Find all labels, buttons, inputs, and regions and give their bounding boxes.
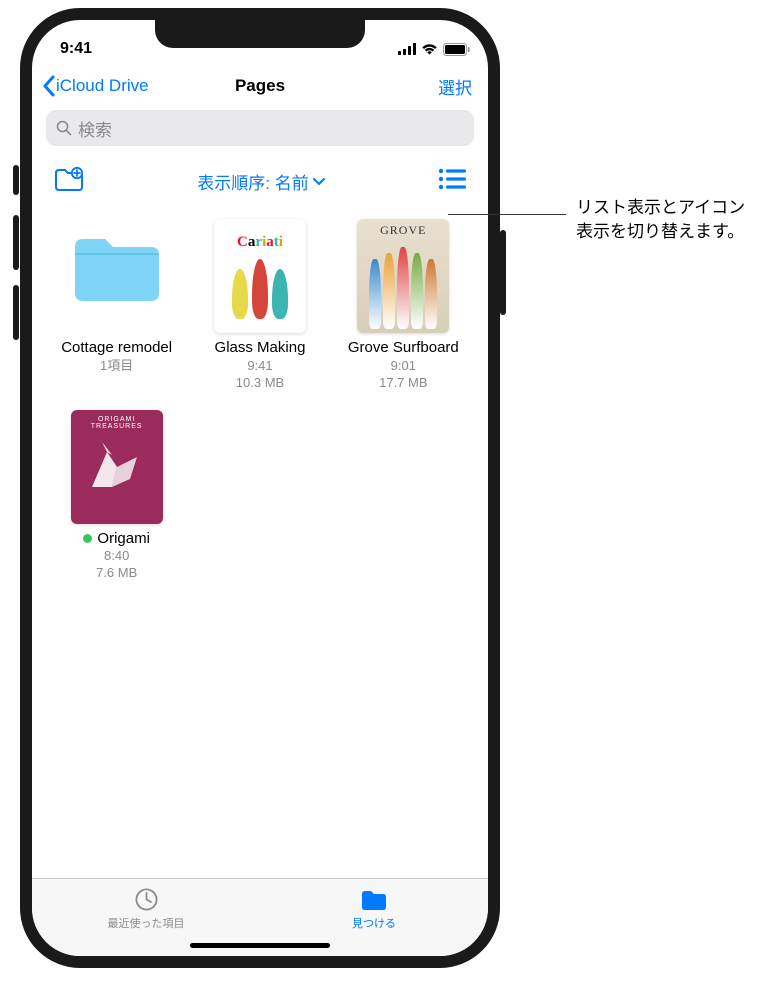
file-item-folder[interactable]: Cottage remodel 1項目 (48, 219, 185, 392)
battery-icon (443, 43, 470, 56)
item-name: Origami (97, 530, 150, 549)
thumb-text: GROVE (380, 223, 426, 238)
select-button[interactable]: 選択 (438, 74, 478, 99)
callout-text: リスト表示とアイコン表示を切り替えます。 (576, 196, 756, 244)
folder-icon (359, 886, 389, 913)
status-dot-icon (83, 534, 92, 543)
item-time: 9:41 (247, 358, 272, 375)
file-item[interactable]: Cariati Glass Making 9:41 10.3 MB (191, 219, 328, 392)
home-indicator[interactable] (190, 943, 330, 948)
search-placeholder: 検索 (78, 116, 112, 141)
file-grid: Cottage remodel 1項目 Cariati Glass Making… (32, 209, 488, 592)
list-view-icon (438, 168, 466, 190)
status-indicators (398, 43, 470, 56)
new-folder-icon (54, 166, 84, 192)
callout-line (448, 214, 566, 215)
folder-icon (71, 233, 163, 325)
tab-label: 見つける (352, 915, 396, 931)
search-icon (56, 120, 72, 136)
cellular-icon (398, 43, 416, 55)
back-button[interactable]: iCloud Drive (42, 75, 149, 97)
nav-title: Pages (235, 76, 285, 96)
phone-frame: 9:41 iCloud Drive Pages 選択 検索 表示順序: 名前 (20, 8, 500, 968)
view-toggle-button[interactable] (438, 168, 466, 195)
file-item[interactable]: ORIGAMITREASURES Origami 8:40 7.6 MB (48, 410, 185, 583)
tab-label: 最近使った項目 (108, 915, 185, 931)
status-time: 9:41 (60, 40, 92, 58)
back-label: iCloud Drive (56, 76, 149, 96)
item-time: 8:40 (104, 548, 129, 565)
sort-button[interactable]: 表示順序: 名前 (197, 169, 324, 194)
item-name: Grove Surfboard (348, 339, 459, 358)
search-input[interactable]: 検索 (46, 110, 474, 146)
wifi-icon (421, 43, 438, 55)
sort-label: 表示順序: 名前 (197, 169, 308, 194)
notch (155, 20, 365, 48)
file-item[interactable]: GROVE Grove Surfboard 9:01 17.7 MB (335, 219, 472, 392)
document-thumbnail: ORIGAMITREASURES (71, 410, 163, 524)
thumb-text: ORIGAMITREASURES (91, 416, 143, 430)
toolbar: 表示順序: 名前 (32, 156, 488, 209)
clock-icon (133, 886, 160, 913)
document-thumbnail: GROVE (357, 219, 449, 333)
item-name: Glass Making (215, 339, 306, 358)
chevron-down-icon (313, 178, 325, 186)
item-size: 17.7 MB (379, 375, 427, 392)
item-size: 10.3 MB (236, 375, 284, 392)
item-time: 9:01 (391, 358, 416, 375)
new-folder-button[interactable] (54, 166, 84, 197)
nav-bar: iCloud Drive Pages 選択 (32, 64, 488, 108)
item-name: Cottage remodel (61, 339, 172, 358)
chevron-left-icon (42, 75, 56, 97)
document-thumbnail: Cariati (214, 219, 306, 333)
item-size: 7.6 MB (96, 565, 137, 582)
item-meta: 1項目 (100, 358, 133, 375)
